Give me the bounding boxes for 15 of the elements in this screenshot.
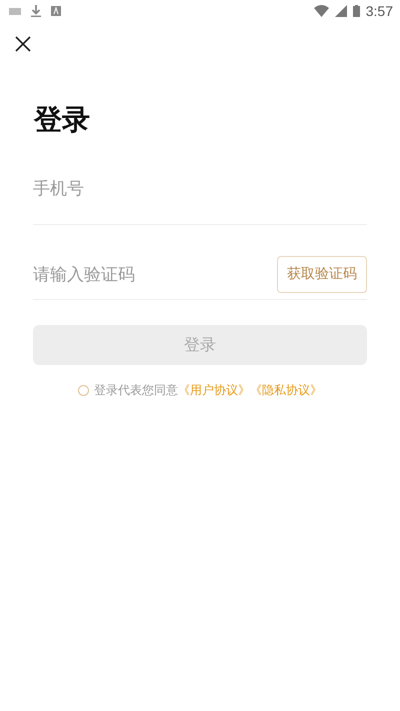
get-code-button[interactable]: 获取验证码 xyxy=(277,256,367,292)
agreement-link[interactable]: 《用户协议》 xyxy=(178,382,250,399)
phone-field[interactable]: 手机号 xyxy=(33,176,367,202)
code-field[interactable]: 请输入验证码 xyxy=(33,262,277,288)
notification-icon xyxy=(51,6,61,16)
signal-icon xyxy=(334,5,347,17)
agreement-text: 登录代表您同意 xyxy=(94,382,178,399)
page-title: 登录 xyxy=(34,102,91,138)
agreement-link[interactable]: 《隐私协议》 xyxy=(250,382,322,399)
agreement-checkbox[interactable] xyxy=(78,385,89,396)
battery-icon xyxy=(352,5,360,17)
clock: 3:57 xyxy=(366,3,393,19)
wifi-icon xyxy=(314,5,329,17)
download-icon xyxy=(31,5,41,17)
close-icon[interactable] xyxy=(15,36,31,52)
